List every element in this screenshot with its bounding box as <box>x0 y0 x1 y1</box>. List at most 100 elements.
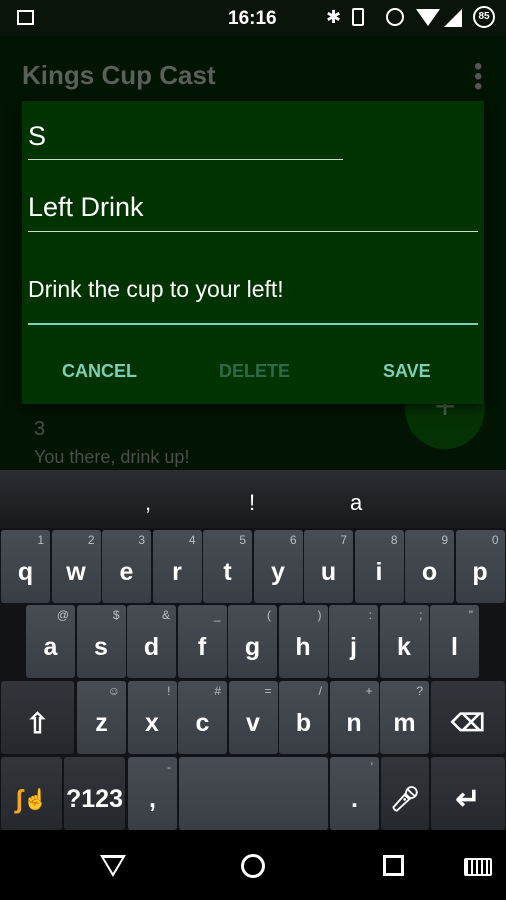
key-u[interactable]: u7 <box>304 530 353 603</box>
key-label: w <box>66 558 86 586</box>
cancel-button[interactable]: CANCEL <box>62 361 137 382</box>
key-j[interactable]: j: <box>329 605 378 678</box>
key-y[interactable]: y6 <box>253 530 303 603</box>
signal-icon <box>444 9 462 27</box>
period-key[interactable]: . ' <box>330 757 379 830</box>
key-hint: ' <box>370 760 373 774</box>
key-hint: ; <box>419 608 423 622</box>
key-label: ?123 <box>66 785 123 813</box>
key-t[interactable]: t5 <box>203 530 252 603</box>
backspace-key[interactable]: ⌫ <box>431 681 505 754</box>
suggestion[interactable]: ! <box>249 490 255 516</box>
key-label: n <box>346 709 362 737</box>
key-hint: 2 <box>87 533 95 547</box>
key-label: q <box>17 558 34 586</box>
key-hint: $ <box>112 608 120 622</box>
enter-key[interactable]: ↵ <box>431 757 505 830</box>
key-a[interactable]: a @ <box>26 605 75 678</box>
key-hint: ( <box>267 608 271 622</box>
suggestion[interactable]: , <box>145 490 151 516</box>
key-hint: 4 <box>188 533 196 547</box>
key-w[interactable]: w2 <box>51 530 101 603</box>
key-i[interactable]: i8 <box>354 530 404 603</box>
delete-button[interactable]: DELETE <box>219 361 290 382</box>
key-label: f <box>197 633 207 661</box>
overflow-menu-icon[interactable]: • • • <box>474 55 482 99</box>
list-item-number[interactable]: 3 <box>34 418 45 441</box>
list-item-text[interactable]: You there, drink up! <box>34 447 189 468</box>
key-label: x <box>145 709 159 737</box>
title-input[interactable]: Left Drink <box>28 192 144 223</box>
comma-key[interactable]: ,- <box>128 757 177 830</box>
symbols-key[interactable]: ?123 <box>64 757 125 830</box>
key-hint: # <box>214 684 221 698</box>
save-button[interactable]: SAVE <box>383 361 431 382</box>
vibrate-icon <box>352 8 364 26</box>
key-h[interactable]: h) <box>278 605 328 678</box>
key-label: u <box>320 558 337 586</box>
key-label: b <box>295 709 312 737</box>
key-hint: = <box>264 684 272 698</box>
key-hint: 8 <box>390 533 398 547</box>
key-hint: + <box>365 684 373 698</box>
key-hint: 1 <box>37 533 44 547</box>
key-label: t <box>223 558 232 586</box>
description-input[interactable]: Drink the cup to your left! <box>28 276 284 303</box>
key-c[interactable]: c # <box>178 681 227 754</box>
key-hint: 5 <box>239 533 246 547</box>
wifi-icon <box>416 9 440 26</box>
key-n[interactable]: n + <box>329 681 379 754</box>
key-hint: 7 <box>340 533 347 547</box>
back-inner <box>104 858 122 873</box>
keyboard-switch-icon[interactable] <box>464 858 492 876</box>
key-k[interactable]: k; <box>379 605 429 678</box>
home-icon[interactable] <box>241 854 265 878</box>
key-r[interactable]: r4 <box>152 530 202 603</box>
key-label: z <box>95 709 108 737</box>
status-bar: 16:16 ✱ 85 <box>0 0 506 36</box>
key-q[interactable]: q1 <box>1 530 50 603</box>
key-x[interactable]: x! <box>127 681 177 754</box>
battery-icon: 85 <box>473 6 495 28</box>
key-l[interactable]: l " <box>430 605 479 678</box>
shift-key[interactable]: ⇧ <box>1 681 74 754</box>
key-label: h <box>295 633 311 661</box>
key-hint: " <box>468 608 473 622</box>
shift-icon: ⇧ <box>25 708 50 739</box>
key-e[interactable]: e3 <box>102 530 151 603</box>
suggestion[interactable]: a <box>350 490 362 516</box>
key-d[interactable]: d & <box>127 605 176 678</box>
key-label: . <box>351 785 358 813</box>
key-m[interactable]: m? <box>380 681 429 754</box>
key-hint: ! <box>167 684 171 698</box>
key-p[interactable]: p0 <box>455 530 505 603</box>
bluetooth-icon: ✱ <box>326 7 342 27</box>
card-input[interactable]: S <box>28 121 46 152</box>
key-f[interactable]: f _ <box>177 605 227 678</box>
key-o[interactable]: o9 <box>405 530 454 603</box>
key-label: e <box>119 558 134 586</box>
microphone-icon: 🎤︎ <box>389 786 421 813</box>
key-b[interactable]: b / <box>279 681 328 754</box>
key-label: c <box>195 709 210 737</box>
key-g[interactable]: g( <box>228 605 277 678</box>
description-input-underline <box>28 323 478 325</box>
title-input-underline <box>28 231 478 232</box>
recents-icon[interactable] <box>383 855 404 876</box>
suggestion-strip: , ! a <box>0 470 506 528</box>
space-key[interactable] <box>179 757 328 830</box>
key-label: , <box>149 785 156 813</box>
key-hint: 3 <box>138 533 145 547</box>
voice-input-key[interactable]: 🎤︎ <box>381 757 429 830</box>
key-hint: - <box>167 760 171 774</box>
clock: 16:16 <box>228 8 277 29</box>
key-v[interactable]: v = <box>228 681 278 754</box>
key-hint: ? <box>416 684 423 698</box>
key-label: d <box>143 633 160 661</box>
key-s[interactable]: s $ <box>76 605 126 678</box>
description-text: Drink the cup to your left! <box>28 276 284 302</box>
key-label: r <box>172 558 182 586</box>
swype-key[interactable]: ʃ ☝ <box>1 757 62 830</box>
key-z[interactable]: z ☺ <box>77 681 126 754</box>
keyboard: , ! a q 1 w 2 e 3 r 4 t 5 y 6 u 7 i 8 o 9 p 0 a @ s $ d & f _ g(h) j:… <box>0 470 506 830</box>
